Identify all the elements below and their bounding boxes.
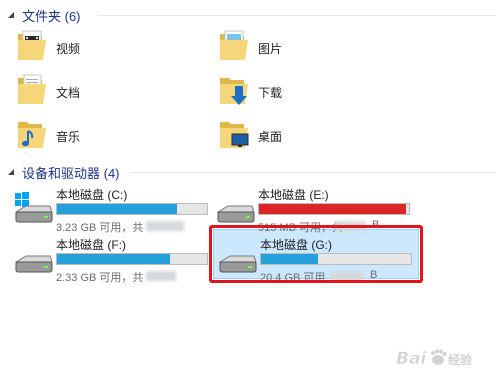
documents-folder-icon xyxy=(18,74,46,104)
drive-usage-fill-f xyxy=(57,254,170,264)
drive-free-space-c: 3.23 GB 可用，共 xyxy=(56,222,144,234)
drive-item-f[interactable]: 本地磁盘 (F:) 2.33 GB 可用，共 xyxy=(14,236,214,284)
drive-label-f: 本地磁盘 (F:) xyxy=(56,238,126,252)
folder-label-music: 音乐 xyxy=(56,130,81,144)
pictures-folder-icon xyxy=(220,30,248,60)
highlight-annotation-box xyxy=(209,225,423,283)
folder-label-desktop: 桌面 xyxy=(258,130,283,144)
drive-usage-bar-f xyxy=(56,253,208,265)
divider xyxy=(130,172,496,173)
collapse-chevron-icon[interactable] xyxy=(6,167,16,177)
drives-group-title: 设备和驱动器 (4) xyxy=(22,165,120,181)
folders-group-title: 文件夹 (6) xyxy=(22,8,81,24)
desktop-folder-icon xyxy=(220,122,249,148)
redacted-total xyxy=(146,271,176,281)
svg-text:经验: 经验 xyxy=(448,352,473,367)
folder-item-videos[interactable]: 视频 xyxy=(16,28,136,68)
drive-usage-fill-c xyxy=(57,204,177,214)
folder-label-downloads: 下载 xyxy=(258,86,283,100)
folder-item-desktop[interactable]: 桌面 xyxy=(218,116,338,156)
drive-label-c: 本地磁盘 (C:) xyxy=(56,188,128,202)
redacted-total xyxy=(146,221,184,231)
folder-label-documents: 文档 xyxy=(56,86,81,100)
folder-item-documents[interactable]: 文档 xyxy=(16,72,136,112)
downloads-folder-icon xyxy=(220,78,248,105)
hard-drive-icon xyxy=(14,255,53,273)
divider xyxy=(98,15,496,16)
drive-free-space-f: 2.33 GB 可用，共 xyxy=(56,272,144,284)
system-drive-icon xyxy=(14,192,53,223)
folder-item-downloads[interactable]: 下载 xyxy=(218,72,338,112)
folder-label-pictures: 图片 xyxy=(258,42,283,56)
baidu-jingyan-watermark: Bai 经验 xyxy=(396,344,488,374)
drive-usage-bar-e xyxy=(258,203,410,215)
hard-drive-icon xyxy=(216,205,255,223)
collapse-chevron-icon[interactable] xyxy=(6,10,16,20)
folder-label-videos: 视频 xyxy=(56,42,81,56)
video-folder-icon xyxy=(18,30,46,60)
folders-group-header[interactable]: 文件夹 (6) xyxy=(6,7,496,24)
drives-group-header[interactable]: 设备和驱动器 (4) xyxy=(6,164,496,181)
folder-item-music[interactable]: 音乐 xyxy=(16,116,136,156)
drive-usage-bar-c xyxy=(56,203,208,215)
folder-item-pictures[interactable]: 图片 xyxy=(218,28,338,68)
drive-usage-fill-e xyxy=(259,204,406,214)
baidu-logo-icon: Bai 经验 xyxy=(396,349,473,370)
music-folder-icon xyxy=(18,122,46,148)
drive-label-e: 本地磁盘 (E:) xyxy=(258,188,329,202)
svg-text:Bai: Bai xyxy=(396,349,427,369)
drive-item-c[interactable]: 本地磁盘 (C:) 3.23 GB 可用，共 xyxy=(14,186,214,234)
